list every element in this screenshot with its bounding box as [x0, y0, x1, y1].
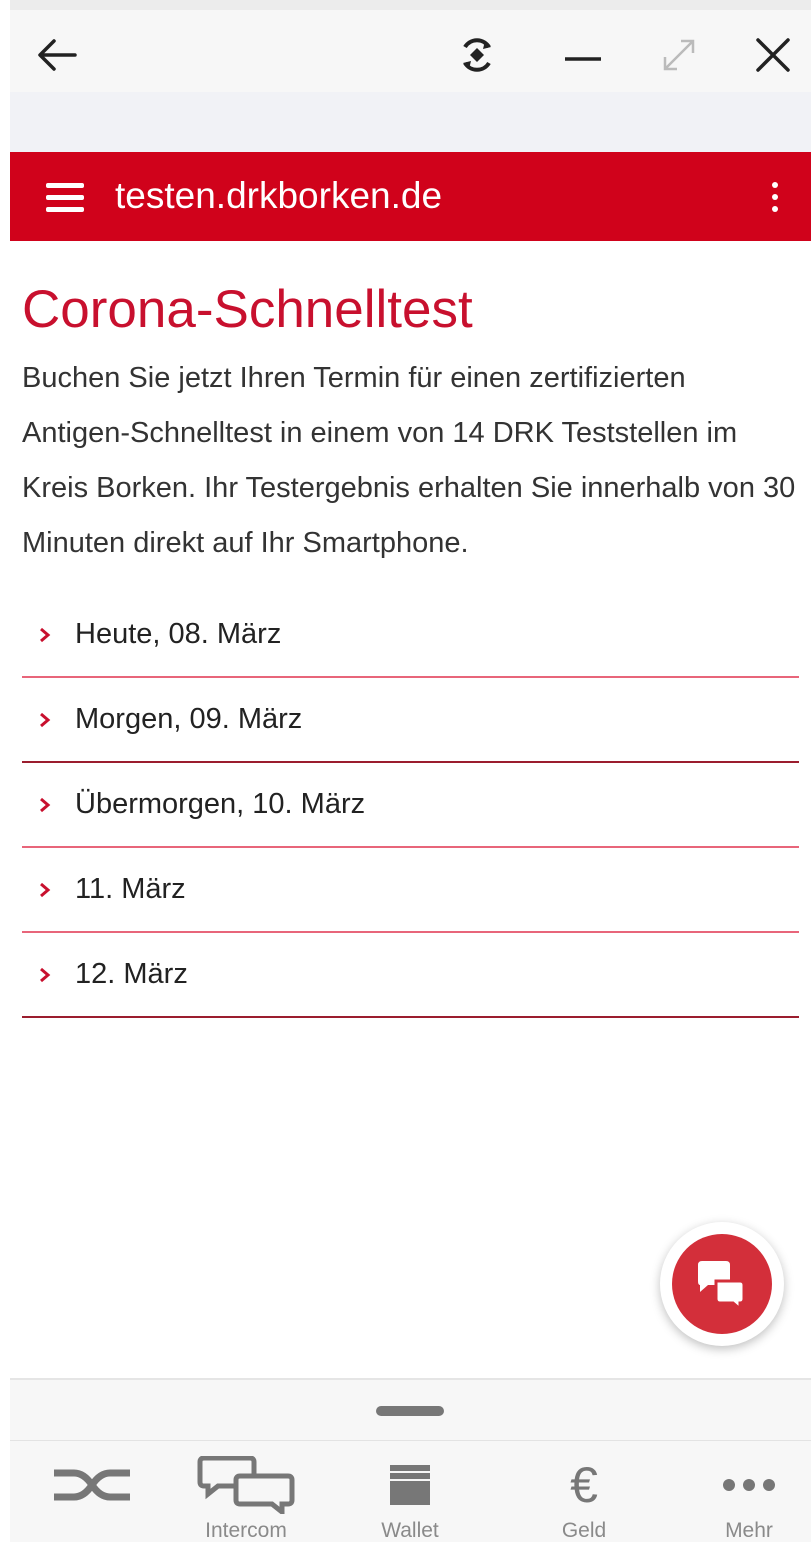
date-item-day-after-tomorrow[interactable]: Übermorgen, 10. März — [22, 763, 799, 848]
rotate-icon — [463, 38, 491, 72]
tab-label: Intercom — [205, 1519, 287, 1542]
tab-label: Wallet — [381, 1519, 439, 1542]
arrow-left-icon — [38, 39, 77, 71]
chevron-right-icon — [39, 627, 53, 642]
expand-icon — [663, 39, 695, 71]
chat-button[interactable] — [660, 1222, 784, 1346]
page-title: Corona-Schnelltest — [22, 280, 473, 339]
connect-icon — [54, 1469, 130, 1501]
chevron-right-icon — [39, 967, 53, 982]
date-item-today[interactable]: Heute, 08. März — [22, 593, 799, 678]
sync-button[interactable] — [452, 30, 502, 80]
bottom-sheet: Intercom Wallet € Geld Mehr — [10, 1378, 811, 1542]
bottom-tab-bar: Intercom Wallet € Geld Mehr — [10, 1440, 811, 1545]
date-item-march-12[interactable]: 12. März — [22, 933, 799, 1018]
site-url: testen.drkborken.de — [115, 175, 443, 216]
euro-icon: € — [570, 1457, 598, 1513]
chevron-right-icon — [39, 797, 53, 812]
expand-button[interactable] — [654, 30, 704, 80]
date-item-march-11[interactable]: 11. März — [22, 848, 799, 933]
date-list: Heute, 08. März Morgen, 09. März Übermor… — [22, 593, 799, 1018]
date-label: Übermorgen, 10. März — [75, 788, 366, 820]
tab-wallet[interactable]: Wallet — [350, 1441, 470, 1545]
date-label: 12. März — [75, 958, 188, 990]
close-button[interactable] — [748, 30, 798, 80]
tab-connect[interactable] — [32, 1441, 152, 1545]
tab-intercom[interactable]: Intercom — [186, 1441, 306, 1545]
minus-icon — [565, 57, 601, 61]
intercom-icon — [197, 1456, 295, 1514]
intro-text: Buchen Sie jetzt Ihren Termin für einen … — [22, 362, 796, 559]
kebab-icon[interactable] — [769, 180, 781, 216]
tab-money[interactable]: € Geld — [524, 1441, 644, 1545]
main-content: Corona-Schnelltest Buchen Sie jetzt Ihre… — [22, 241, 799, 1018]
date-label: Heute, 08. März — [75, 618, 282, 650]
window-toolbar — [10, 0, 811, 92]
app-bar: testen.drkborken.de — [10, 152, 811, 241]
tab-label: Mehr — [725, 1519, 773, 1542]
chevron-right-icon — [39, 882, 53, 897]
date-label: Morgen, 09. März — [75, 703, 303, 735]
chat-button-circle — [672, 1234, 772, 1334]
hamburger-icon[interactable] — [46, 179, 86, 215]
close-icon — [756, 38, 790, 72]
date-label: 11. März — [75, 873, 186, 905]
date-item-tomorrow[interactable]: Morgen, 09. März — [22, 678, 799, 763]
chevron-right-icon — [39, 712, 53, 727]
tab-label: Geld — [561, 1519, 607, 1542]
back-button[interactable] — [32, 30, 82, 80]
more-dots-icon — [723, 1479, 775, 1491]
chat-icon — [698, 1261, 746, 1309]
toolbar-divider-strip — [10, 92, 811, 152]
sheet-drag-handle[interactable] — [376, 1406, 444, 1416]
minimize-button[interactable] — [558, 30, 608, 80]
tab-more[interactable]: Mehr — [689, 1441, 809, 1545]
wallet-icon — [390, 1465, 430, 1505]
